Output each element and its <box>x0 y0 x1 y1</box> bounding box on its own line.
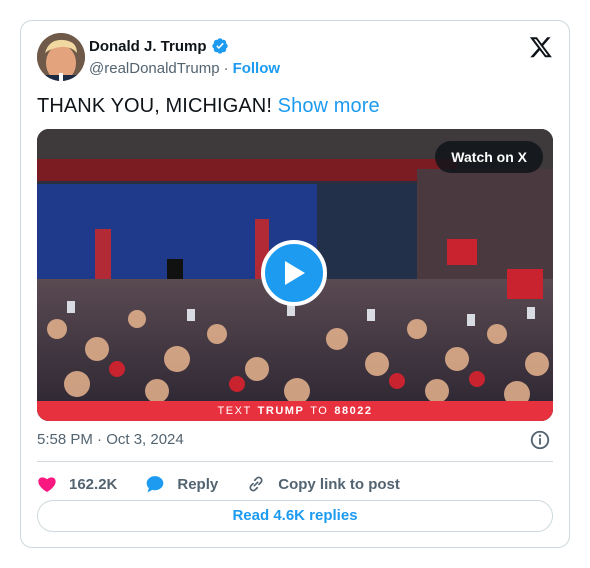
follow-button[interactable]: Follow <box>233 60 281 77</box>
reply-bubble-icon <box>147 476 164 493</box>
copy-link-button[interactable]: Copy link to post <box>246 474 400 494</box>
video-banner: TEXT TRUMP TO 88022 <box>37 401 553 421</box>
verified-badge-icon <box>211 38 228 54</box>
author-handle[interactable]: @realDonaldTrump <box>89 60 220 77</box>
heart-icon <box>38 477 56 492</box>
link-icon <box>249 476 263 492</box>
like-button[interactable]: 162.2K <box>37 474 117 494</box>
avatar-image <box>37 33 85 81</box>
read-replies-button[interactable]: Read 4.6K replies <box>37 500 553 532</box>
embedded-post-card: Donald J. Trump @realDonaldTrump · Follo… <box>20 20 570 548</box>
author-name[interactable]: Donald J. Trump <box>89 38 207 55</box>
post-text: THANK YOU, MICHIGAN! Show more <box>37 95 380 118</box>
separator-dot: · <box>223 60 229 77</box>
video-media[interactable]: Watch on X TEXT TRUMP TO 88022 <box>37 129 553 421</box>
reply-label: Reply <box>177 475 219 493</box>
avatar[interactable] <box>37 33 85 81</box>
post-body: THANK YOU, MICHIGAN! <box>37 95 272 117</box>
action-bar: 162.2K Reply Copy link to post <box>37 467 400 501</box>
play-icon <box>285 261 305 285</box>
watch-on-x-button[interactable]: Watch on X <box>435 141 543 173</box>
reply-button[interactable]: Reply <box>145 474 218 494</box>
handle-row: @realDonaldTrump · Follow <box>89 60 280 77</box>
post-header: Donald J. Trump @realDonaldTrump · Follo… <box>37 33 553 83</box>
banner-text-mid: TO <box>310 405 329 417</box>
post-timestamp[interactable]: 5:58 PM · Oct 3, 2024 <box>37 431 184 448</box>
info-icon[interactable] <box>529 429 551 451</box>
like-count: 162.2K <box>69 475 118 493</box>
show-more-link[interactable]: Show more <box>278 95 380 117</box>
copy-link-label: Copy link to post <box>278 475 400 493</box>
x-logo-icon[interactable] <box>529 35 553 59</box>
divider <box>37 461 553 462</box>
banner-number: 88022 <box>334 405 373 417</box>
name-row: Donald J. Trump <box>89 37 229 55</box>
play-button[interactable] <box>261 240 327 306</box>
banner-keyword: TRUMP <box>257 405 305 417</box>
banner-text-prefix: TEXT <box>217 405 252 417</box>
